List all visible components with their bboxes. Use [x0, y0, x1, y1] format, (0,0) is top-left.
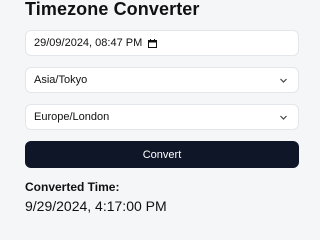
- result-label: Converted Time:: [25, 180, 120, 194]
- convert-button[interactable]: Convert: [25, 141, 299, 168]
- timezone-converter-page: Timezone Converter 29/09/2024, 08:47 PM …: [0, 0, 320, 214]
- chevron-down-icon: [279, 76, 288, 85]
- from-timezone-select[interactable]: Asia/Tokyo: [25, 67, 299, 93]
- converted-time-value: 9/29/2024, 4:17:00 PM: [25, 198, 167, 214]
- from-timezone-value: Asia/Tokyo: [34, 74, 88, 86]
- page-title: Timezone Converter: [25, 0, 200, 19]
- calendar-icon[interactable]: [148, 38, 158, 48]
- datetime-input[interactable]: 29/09/2024, 08:47 PM: [25, 30, 299, 56]
- chevron-down-icon: [279, 113, 288, 122]
- to-timezone-select[interactable]: Europe/London: [25, 104, 299, 130]
- to-timezone-value: Europe/London: [34, 111, 110, 123]
- datetime-value: 29/09/2024, 08:47 PM: [34, 37, 143, 49]
